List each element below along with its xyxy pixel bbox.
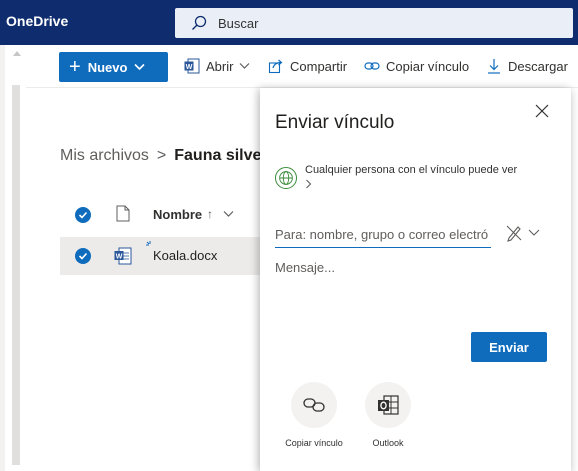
edit-permission-icon[interactable]	[505, 224, 523, 242]
chevron-down-icon	[134, 63, 145, 71]
file-type-icon	[116, 205, 130, 222]
chevron-down-icon	[240, 63, 250, 69]
chevron-down-icon[interactable]	[528, 228, 540, 238]
outlook-icon	[378, 395, 399, 415]
outlook-option-label: Outlook	[372, 438, 404, 448]
open-label: Abrir	[206, 58, 234, 74]
row-checkbox[interactable]	[75, 248, 91, 264]
breadcrumb-root[interactable]: Mis archivos	[60, 147, 149, 164]
search-placeholder: Buscar	[218, 16, 259, 31]
message-field[interactable]	[275, 260, 555, 330]
chevron-right-icon	[306, 179, 312, 189]
share-icon	[268, 59, 283, 74]
search-icon	[192, 15, 207, 30]
svg-text:W: W	[186, 64, 193, 71]
select-all-checkbox[interactable]	[75, 207, 91, 223]
checkmark-icon	[78, 211, 88, 219]
link-icon	[303, 398, 325, 412]
new-button[interactable]: + Nuevo	[59, 52, 168, 82]
new-button-label: Nuevo	[87, 59, 128, 75]
breadcrumb-current: Fauna silve	[174, 147, 262, 164]
left-nav-edge	[0, 45, 5, 471]
chevron-down-icon[interactable]	[223, 210, 234, 218]
svg-text:W: W	[116, 254, 123, 261]
recipient-field[interactable]	[275, 222, 491, 248]
globe-icon	[275, 167, 297, 189]
column-header-name[interactable]: Nombre	[153, 207, 202, 222]
share-label: Compartir	[290, 58, 348, 74]
sort-ascending-icon[interactable]: ↑	[207, 207, 213, 221]
send-link-panel: Enviar vínculo Cualquier persona con el …	[260, 88, 571, 471]
download-button[interactable]: Descargar	[486, 58, 568, 74]
command-bar: + Nuevo W Abrir Compartir Copiar vínculo	[26, 45, 578, 88]
copy-link-label: Copiar vínculo	[386, 58, 470, 74]
file-name[interactable]: Koala.docx	[153, 248, 217, 263]
checkmark-icon	[78, 252, 88, 260]
open-button[interactable]: W Abrir	[184, 58, 250, 74]
download-label: Descargar	[508, 58, 568, 74]
outlook-option[interactable]: Outlook	[353, 382, 423, 448]
recipient-input[interactable]	[275, 222, 491, 246]
share-button[interactable]: Compartir	[268, 58, 347, 74]
scrollbar[interactable]	[8, 45, 26, 471]
send-button[interactable]: Enviar	[471, 332, 547, 362]
word-icon: W	[184, 58, 200, 74]
copy-link-option[interactable]: Copiar vínculo	[279, 382, 349, 448]
search-box[interactable]: Buscar	[175, 8, 573, 38]
outlook-circle	[365, 382, 411, 428]
breadcrumb: Mis archivos > Fauna silve	[60, 147, 261, 165]
close-icon[interactable]	[535, 104, 549, 118]
download-icon	[488, 59, 500, 74]
link-icon	[364, 62, 380, 70]
word-file-icon: W	[114, 247, 132, 265]
scroll-up-icon[interactable]	[13, 51, 21, 56]
scroll-thumb[interactable]	[12, 85, 20, 465]
top-bar: OneDrive Buscar	[0, 0, 578, 45]
copy-link-option-label: Copiar vínculo	[285, 438, 343, 448]
breadcrumb-separator: >	[156, 147, 167, 164]
panel-title: Enviar vínculo	[275, 112, 395, 133]
message-input[interactable]	[275, 260, 555, 330]
copy-link-button[interactable]: Copiar vínculo	[364, 58, 469, 74]
copy-link-circle	[291, 382, 337, 428]
plus-icon: +	[69, 56, 81, 78]
app-title[interactable]: OneDrive	[6, 13, 68, 29]
permission-text: Cualquier persona con el vínculo puede v…	[305, 164, 518, 176]
